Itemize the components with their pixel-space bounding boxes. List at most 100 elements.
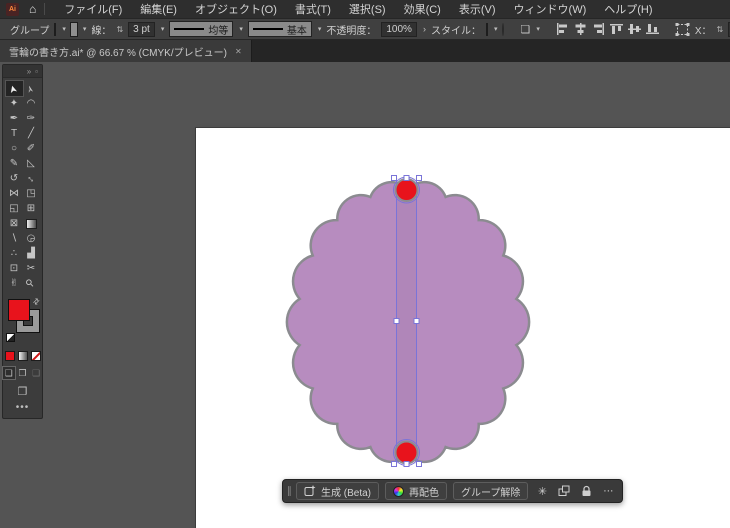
illustrator-logo-icon[interactable]: Ai bbox=[6, 2, 19, 16]
lock-icon[interactable] bbox=[578, 485, 594, 497]
pencil-icon: ✎ bbox=[9, 157, 19, 169]
style-label: スタイル： bbox=[430, 25, 481, 37]
toolbar-more-icon[interactable]: ••• bbox=[3, 402, 42, 413]
menu-item-4[interactable]: 選択(S) bbox=[340, 0, 395, 18]
mesh-tool[interactable]: ⊠ bbox=[6, 216, 23, 231]
width-tool[interactable]: ⋈ bbox=[6, 186, 23, 201]
none-button[interactable] bbox=[30, 351, 41, 361]
eraser-tool[interactable]: ◺ bbox=[23, 156, 40, 171]
width-icon: ⋈ bbox=[9, 187, 19, 199]
color-wheel-icon bbox=[393, 485, 405, 497]
recolor-artwork-icon[interactable] bbox=[502, 22, 505, 36]
group-copy-icon[interactable] bbox=[556, 485, 572, 497]
panel-collapse-icon[interactable]: » bbox=[27, 67, 31, 76]
slice-tool[interactable]: ✂ bbox=[23, 261, 40, 276]
taskbar-settings-icon[interactable]: ✳ bbox=[534, 485, 550, 498]
taskbar-drag-handle[interactable]: ∥ bbox=[287, 486, 292, 497]
lasso-tool[interactable]: ◠ bbox=[23, 96, 40, 111]
pen-tool[interactable]: ✒ bbox=[6, 111, 23, 126]
brush-dropdown-icon[interactable]: ▾ bbox=[318, 25, 322, 33]
stroke-width-field[interactable]: 3 pt bbox=[128, 21, 155, 37]
menu-item-8[interactable]: ヘルプ(H) bbox=[595, 0, 661, 18]
menu-item-6[interactable]: 表示(V) bbox=[450, 0, 505, 18]
stroke-width-dropdown-icon[interactable]: ▾ bbox=[161, 25, 165, 33]
brush-definition-dropdown[interactable]: 基本 bbox=[247, 21, 312, 37]
width-profile-dropdown-icon[interactable]: ▾ bbox=[239, 25, 243, 33]
eyedropper-icon: ∖ bbox=[10, 232, 18, 244]
zoom-tool[interactable]: ⚲ bbox=[23, 276, 40, 291]
home-icon[interactable]: ⌂ bbox=[29, 2, 36, 16]
align-right-icon[interactable] bbox=[592, 23, 605, 35]
selection-tool[interactable]: ➤ bbox=[4, 80, 24, 97]
scale-tool[interactable]: ↔ bbox=[23, 171, 40, 186]
direct-selection-tool[interactable]: ➢ bbox=[23, 81, 40, 96]
recolor-button[interactable]: 再配色 bbox=[385, 482, 448, 500]
ellipse-tool[interactable]: ○ bbox=[6, 141, 23, 156]
tab-close-icon[interactable]: ✕ bbox=[235, 47, 242, 56]
selection-type-label: グループ bbox=[10, 25, 50, 37]
align-vertical-center-icon[interactable] bbox=[627, 23, 641, 35]
style-dropdown-icon[interactable]: ▾ bbox=[494, 25, 498, 33]
panel-menu-icon[interactable]: ▫ bbox=[35, 67, 38, 76]
transform-options-icon[interactable] bbox=[675, 22, 690, 36]
menu-item-3[interactable]: 書式(T) bbox=[286, 0, 340, 18]
screen-mode-icon[interactable]: ❐ bbox=[3, 385, 42, 398]
hand-tool[interactable]: ✌ bbox=[6, 276, 23, 291]
document-tab[interactable]: 雪輪の書き方.ai* @ 66.67 % (CMYK/プレビュー) ✕ bbox=[0, 40, 252, 62]
rotate-tool[interactable]: ↺ bbox=[6, 171, 23, 186]
color-button[interactable] bbox=[4, 351, 15, 361]
artboard[interactable] bbox=[196, 128, 730, 528]
document-setup-icon[interactable]: ❏ bbox=[520, 23, 530, 36]
blend-icon: ◶ bbox=[26, 232, 36, 244]
free-transform-icon: ◳ bbox=[26, 187, 36, 199]
menu-item-2[interactable]: オブジェクト(O) bbox=[186, 0, 286, 18]
align-horizontal-center-icon[interactable] bbox=[574, 23, 587, 35]
menu-item-7[interactable]: ウィンドウ(W) bbox=[505, 0, 596, 18]
swap-fill-stroke-icon[interactable]: ⇄ bbox=[31, 296, 42, 307]
shape-builder-tool[interactable]: ◱ bbox=[6, 201, 23, 216]
magnifier-icon: ⚲ bbox=[24, 276, 38, 290]
draw-normal-icon[interactable]: ❏ bbox=[2, 366, 16, 380]
menu-item-0[interactable]: ファイル(F) bbox=[55, 0, 131, 18]
width-profile-dropdown[interactable]: 均等 bbox=[169, 21, 234, 37]
align-bottom-icon[interactable] bbox=[645, 23, 659, 35]
opacity-more-icon[interactable]: › bbox=[423, 24, 426, 34]
default-fill-stroke-icon[interactable] bbox=[6, 333, 15, 342]
gradient-button[interactable] bbox=[17, 351, 28, 361]
menu-item-5[interactable]: 効果(C) bbox=[395, 0, 450, 18]
align-left-icon[interactable] bbox=[556, 23, 569, 35]
curvature-tool[interactable]: ✑ bbox=[23, 111, 40, 126]
fill-dropdown-icon[interactable]: ▾ bbox=[62, 25, 66, 33]
symbol-sprayer-tool[interactable]: ∴ bbox=[6, 246, 23, 261]
fill-indicator[interactable] bbox=[8, 299, 30, 321]
free-transform-tool[interactable]: ◳ bbox=[23, 186, 40, 201]
line-segment-tool[interactable]: ╱ bbox=[23, 126, 40, 141]
align-top-icon[interactable] bbox=[609, 23, 623, 35]
style-swatch[interactable] bbox=[485, 22, 488, 36]
opacity-field[interactable]: 100% bbox=[381, 21, 417, 37]
stroke-width-stepper-icon[interactable]: ⇅ bbox=[116, 25, 123, 34]
gradient-tool[interactable] bbox=[23, 216, 40, 231]
stroke-color-swatch[interactable] bbox=[69, 21, 78, 37]
document-tab-bar: 雪輪の書き方.ai* @ 66.67 % (CMYK/プレビュー) ✕ bbox=[0, 40, 730, 62]
generate-button[interactable]: 生成 (Beta) bbox=[296, 482, 380, 500]
perspective-grid-tool[interactable]: ⊞ bbox=[23, 201, 40, 216]
blend-tool[interactable]: ◶ bbox=[23, 231, 40, 246]
ungroup-button[interactable]: グループ解除 bbox=[453, 482, 529, 500]
x-stepper-icon[interactable]: ⇅ bbox=[717, 25, 724, 34]
graph-tool[interactable]: ▟ bbox=[23, 246, 40, 261]
document-setup-dropdown-icon[interactable]: ▾ bbox=[536, 25, 540, 33]
eyedropper-tool[interactable]: ∖ bbox=[6, 231, 23, 246]
magic-wand-tool[interactable]: ✦ bbox=[6, 96, 23, 111]
taskbar-more-icon[interactable]: ⋯ bbox=[600, 486, 616, 497]
magic-wand-icon: ✦ bbox=[9, 97, 19, 109]
artboard-tool[interactable]: ⊡ bbox=[6, 261, 23, 276]
menu-item-1[interactable]: 編集(E) bbox=[131, 0, 186, 18]
paintbrush-tool[interactable]: ✐ bbox=[23, 141, 40, 156]
stroke-dropdown-icon[interactable]: ▾ bbox=[83, 25, 87, 33]
pencil-tool[interactable]: ✎ bbox=[6, 156, 23, 171]
fill-color-swatch[interactable] bbox=[54, 22, 57, 36]
draw-inside-icon[interactable]: ❑ bbox=[30, 367, 42, 379]
draw-behind-icon[interactable]: ❐ bbox=[17, 367, 29, 379]
type-tool[interactable]: T bbox=[6, 126, 23, 141]
